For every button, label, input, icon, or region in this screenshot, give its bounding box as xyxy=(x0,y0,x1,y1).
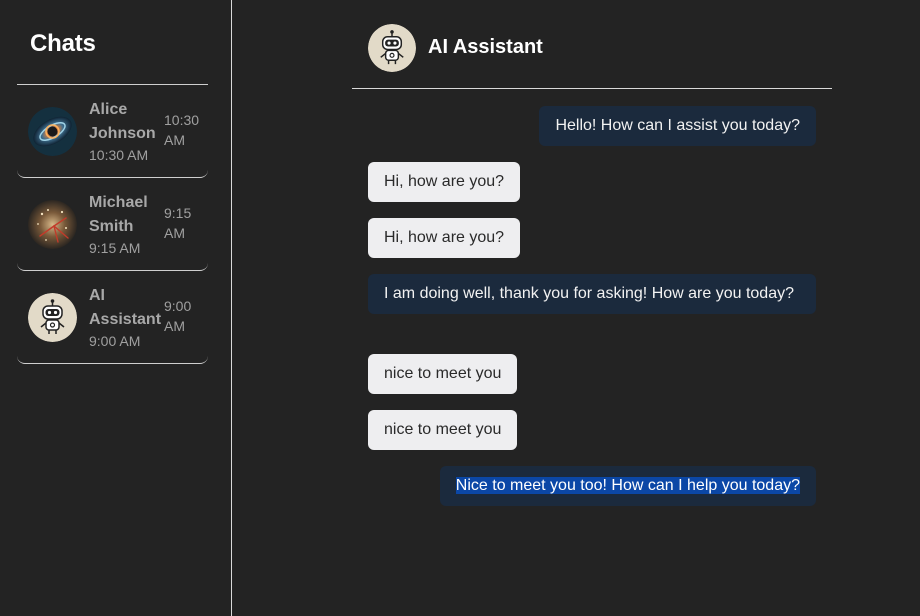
message-text: I am doing well, thank you for asking! H… xyxy=(384,285,794,302)
chat-last-time: 9:00 AM xyxy=(89,333,141,349)
chat-time: 9:15 AM xyxy=(164,205,192,241)
chat-panel: AI Assistant Hello! How can I assist you… xyxy=(233,0,920,616)
galaxy-avatar xyxy=(28,107,77,156)
chat-time: 10:30 AM xyxy=(164,112,200,148)
chat-header: AI Assistant xyxy=(352,0,832,89)
message-bubble: nice to meet you xyxy=(368,410,518,450)
message-text: Hello! How can I assist you today? xyxy=(555,117,800,134)
chat-last-time: 9:15 AM xyxy=(89,240,141,256)
chat-time: 9:00 AM xyxy=(164,298,192,334)
message-text: nice to meet you xyxy=(384,421,502,438)
sidebar-title: Chats xyxy=(30,30,96,57)
message-text: Hi, how are you? xyxy=(384,173,505,190)
chat-name: Alice Johnson xyxy=(89,101,156,142)
chat-name: Michael Smith xyxy=(89,194,148,235)
chat-item-alice-johnson[interactable]: Alice Johnson 10:30 AM 10:30 AM xyxy=(17,85,208,178)
chat-list: Alice Johnson 10:30 AM 10:30 AM Michael … xyxy=(17,85,208,364)
fireworks-avatar xyxy=(28,200,77,249)
message-bubble: I am doing well, thank you for asking! H… xyxy=(368,274,816,314)
chat-title: AI Assistant xyxy=(428,36,543,58)
message-bubble: Hi, how are you? xyxy=(368,162,521,202)
message-bubble: Nice to meet you too! How can I help you… xyxy=(439,466,816,506)
robot-avatar xyxy=(368,24,416,72)
sidebar: Chats Alice Johnson 10:30 AM 10:30 AM Mi… xyxy=(0,0,232,616)
message-bubble: nice to meet you xyxy=(368,354,518,394)
chat-item-ai-assistant[interactable]: AI Assistant 9:00 AM 9:00 AM xyxy=(17,271,208,364)
chat-item-michael-smith[interactable]: Michael Smith 9:15 AM 9:15 AM xyxy=(17,178,208,271)
chat-last-time: 10:30 AM xyxy=(89,147,149,163)
message-bubble: Hello! How can I assist you today? xyxy=(539,106,816,146)
message-text-selected[interactable]: Nice to meet you too! How can I help you… xyxy=(455,477,800,494)
message-text: Hi, how are you? xyxy=(384,229,505,246)
message-text: nice to meet you xyxy=(384,365,502,382)
chat-name: AI Assistant xyxy=(89,287,162,328)
robot-avatar xyxy=(28,293,77,342)
message-bubble: Hi, how are you? xyxy=(368,218,521,258)
chat-app: Chats Alice Johnson 10:30 AM 10:30 AM Mi… xyxy=(0,0,920,616)
